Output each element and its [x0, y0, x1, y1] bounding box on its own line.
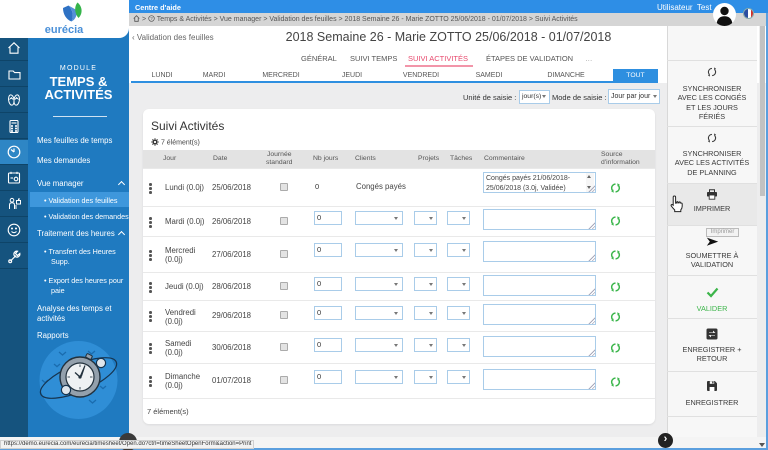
svg-text:eurécia: eurécia: [45, 24, 84, 36]
svg-text:?: ?: [150, 16, 153, 21]
